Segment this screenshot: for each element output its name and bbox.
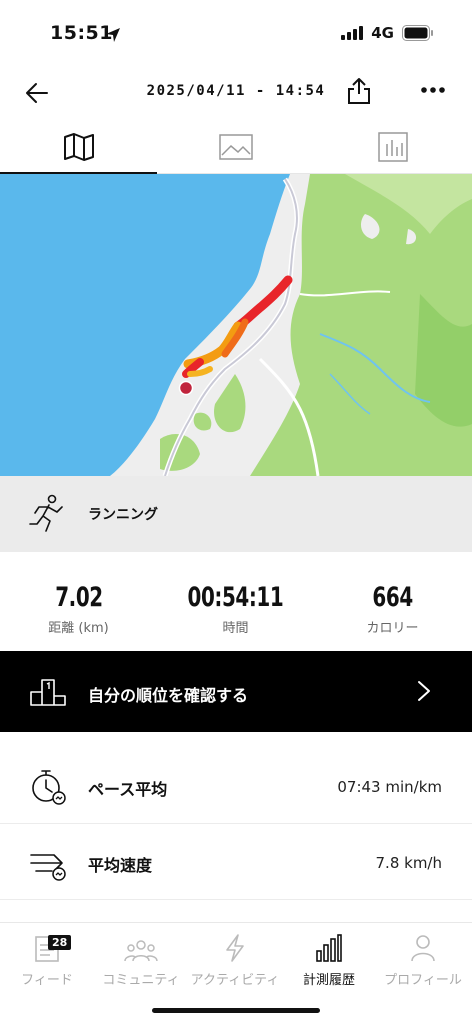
- feed-badge: 28: [48, 935, 72, 950]
- nav-activity[interactable]: アクティビティ: [188, 929, 282, 988]
- bar-chart-icon: [377, 132, 408, 162]
- stat-calories: 664 カロリー: [314, 582, 471, 636]
- nav-community-label: コミュニティ: [102, 973, 180, 988]
- metric-row-average-speed: 平均速度 7.8 km/h: [0, 824, 472, 900]
- speed-icon: [30, 854, 66, 881]
- nav-feed[interactable]: 28 フィード: [0, 929, 94, 988]
- metric-row-average-pace: ペース平均 07:43 min/km: [0, 748, 472, 824]
- ranking-label: 自分の順位を確認する: [88, 686, 249, 705]
- stopwatch-icon: [32, 770, 66, 805]
- time-label: 時間: [222, 621, 249, 636]
- average-speed-value: 7.8 km/h: [375, 854, 442, 872]
- nav-community[interactable]: コミュニティ: [94, 929, 188, 988]
- tab-stats[interactable]: [314, 120, 471, 174]
- cellular-signal-icon: [341, 26, 364, 40]
- community-icon: [124, 940, 158, 962]
- map-icon: [63, 133, 94, 161]
- summary-stats: 7.02 距離 (km) 00:54:11 時間 664 カロリー: [0, 572, 472, 650]
- tab-photos[interactable]: [157, 120, 314, 174]
- page-title: 2025/04/11 - 14:54: [146, 83, 326, 99]
- running-icon: [29, 494, 63, 532]
- stat-distance: 7.02 距離 (km): [0, 582, 157, 636]
- more-options-icon[interactable]: [419, 80, 447, 100]
- distance-value: 7.02: [54, 582, 103, 613]
- status-bar: 15:51 4G: [0, 0, 472, 68]
- map-canvas: [0, 174, 472, 476]
- home-indicator[interactable]: [152, 1008, 320, 1013]
- calories-label: カロリー: [366, 621, 419, 636]
- average-pace-label: ペース平均: [88, 780, 168, 799]
- share-icon[interactable]: [345, 76, 373, 106]
- stat-time: 00:54:11 時間: [157, 582, 314, 636]
- battery-icon: [402, 25, 433, 41]
- header-bar: 2025/04/11 - 14:54: [0, 68, 472, 120]
- distance-label: 距離 (km): [48, 621, 109, 636]
- profile-icon: [411, 935, 435, 962]
- nav-profile[interactable]: プロフィール: [376, 929, 470, 988]
- history-bar-chart-icon: [316, 934, 342, 962]
- tab-map[interactable]: [0, 120, 157, 175]
- activity-type-row: ランニング: [0, 476, 472, 552]
- nav-activity-label: アクティビティ: [190, 973, 280, 988]
- chevron-right-icon: [418, 681, 430, 701]
- network-type: 4G: [371, 24, 394, 42]
- ranking-button[interactable]: 自分の順位を確認する: [0, 651, 472, 732]
- image-icon: [218, 134, 253, 160]
- nav-history-label: 計測履歴: [302, 973, 355, 988]
- nav-feed-label: フィード: [21, 973, 73, 988]
- nav-history[interactable]: 計測履歴: [282, 929, 376, 988]
- calories-value: 664: [372, 582, 413, 613]
- location-arrow-icon: [106, 28, 120, 42]
- podium-icon: [30, 679, 66, 706]
- average-speed-label: 平均速度: [88, 856, 153, 875]
- activity-type-label: ランニング: [88, 507, 158, 523]
- time-value: 00:54:11: [187, 582, 284, 613]
- view-tabs: [0, 120, 472, 175]
- lightning-icon: [226, 934, 244, 962]
- average-pace-value: 07:43 min/km: [337, 778, 442, 796]
- route-map[interactable]: [0, 174, 472, 476]
- nav-profile-label: プロフィール: [384, 973, 462, 988]
